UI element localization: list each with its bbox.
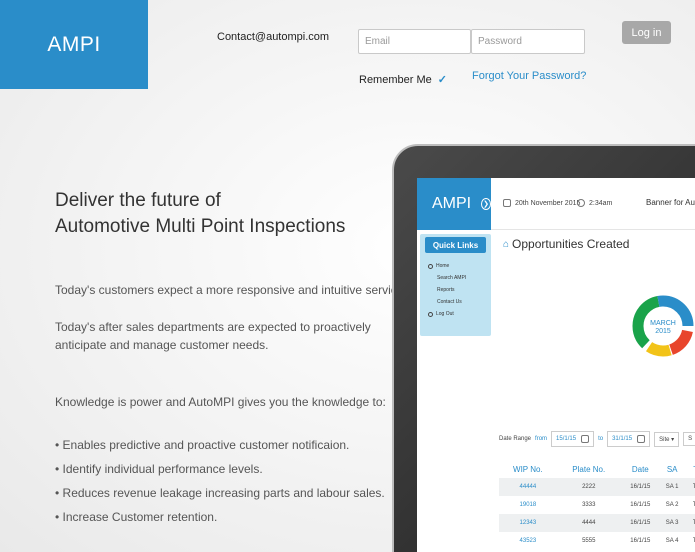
table-cell: 16/1/15 xyxy=(630,502,651,508)
list-item: Increase Customer retention. xyxy=(55,505,385,529)
remember-me[interactable]: Remember Me ✓ xyxy=(359,73,447,87)
app-date: 20th November 2015 xyxy=(503,199,580,207)
table-row: 12343 4444 16/1/15 SA 3 Tech 3 xyxy=(499,514,695,532)
table-cell: Tech 2 xyxy=(692,502,695,508)
quick-link-label: Home xyxy=(436,263,450,269)
table-cell: SA 1 xyxy=(659,478,685,496)
table-cell: Tech 4 xyxy=(692,538,695,544)
date-range-label: Date Range xyxy=(499,436,532,442)
app-logo-text: AMPI xyxy=(432,195,472,212)
app-time-text: 2:34am xyxy=(589,199,613,207)
date-range-filter: Date Range from 15/1/15 to 31/1/15 Site … xyxy=(499,431,695,447)
hero-paragraph-2: Today's after sales departments are expe… xyxy=(55,318,371,354)
table-row: 43523 5555 16/1/15 SA 4 Tech 4 xyxy=(499,532,695,550)
to-date-value: 31/1/15 xyxy=(612,436,633,442)
contact-email[interactable]: Contact@autompi.com xyxy=(217,31,329,43)
table-cell: SA 3 xyxy=(659,514,685,532)
checkmark-icon[interactable]: ✓ xyxy=(438,73,447,86)
headline-line-1: Deliver the future of xyxy=(55,190,221,211)
table-cell: 16/1/15 xyxy=(620,514,660,532)
ampi-logo[interactable]: AMPI xyxy=(0,0,148,89)
email-field[interactable] xyxy=(358,29,471,54)
forgot-password-link[interactable]: Forgot Your Password? xyxy=(472,70,586,82)
wip-cell: 44444 xyxy=(499,478,557,496)
quick-link-label: Contact Us xyxy=(437,299,462,305)
paragraph-2-line-1: Today's after sales departments are expe… xyxy=(55,320,371,334)
paragraph-2-line-2: anticipate and manage customer needs. xyxy=(55,338,269,352)
hero-headline: Deliver the future of Automotive Multi P… xyxy=(55,188,345,240)
table-cell: SA 4 xyxy=(665,538,679,544)
table-header-row: WIP No. Plate No. Date SA Tech xyxy=(499,460,695,478)
table-cell: 5555 xyxy=(582,538,596,544)
app-time: 2:34am xyxy=(577,199,612,207)
app-logo: AMPI ❯ xyxy=(417,178,491,230)
opportunities-table: WIP No. Plate No. Date SA Tech 44444 222… xyxy=(499,460,695,550)
table-row: 44444 2222 16/1/15 SA 1 Tech 1 xyxy=(499,478,695,496)
table-cell: 2222 xyxy=(556,478,621,496)
remember-me-label: Remember Me xyxy=(359,73,432,86)
app-header: AMPI ❯ 20th November 2015 2:34am Banner … xyxy=(417,178,695,230)
quick-link-label: Log Out xyxy=(436,311,454,317)
list-item: Enables predictive and proactive custome… xyxy=(55,433,385,457)
table-cell: 16/1/15 xyxy=(620,478,660,496)
login-button[interactable]: Log in xyxy=(622,21,671,44)
calendar-icon xyxy=(503,199,511,207)
quick-link-label: Search AMPI xyxy=(437,275,467,281)
quick-link-home: Home xyxy=(428,260,491,272)
quick-links-title: Quick Links xyxy=(425,237,486,253)
column-header: Plate No. xyxy=(572,464,606,474)
home-icon xyxy=(428,263,433,269)
quick-link-search: Search AMPI xyxy=(428,272,491,284)
site-select-label: Site xyxy=(659,436,670,443)
table-cell: 3333 xyxy=(582,502,596,508)
password-field[interactable] xyxy=(471,29,585,54)
opportunities-title: ⌂ Opportunities Created xyxy=(503,237,629,251)
headline-line-2: Automotive Multi Point Inspections xyxy=(55,216,346,237)
table-cell: Tech 1 xyxy=(684,478,695,496)
site-select: Site ▾ xyxy=(654,431,680,447)
from-date-field: 15/1/15 xyxy=(551,431,595,447)
quick-link-contact: Contact Us xyxy=(428,296,491,308)
wip-cell: 12343 xyxy=(499,514,557,532)
table-cell: 16/1/15 xyxy=(630,538,651,544)
to-label: to xyxy=(598,436,604,442)
donut-month: MARCH xyxy=(650,320,676,327)
list-item: Reduces revenue leakage increasing parts… xyxy=(55,481,385,505)
hero-paragraph-3: Knowledge is power and AutoMPI gives you… xyxy=(55,395,386,409)
clock-icon xyxy=(577,199,585,207)
quick-link-reports: Reports xyxy=(428,284,491,296)
table-cell: SA 2 xyxy=(665,502,679,508)
column-header: WIP No. xyxy=(513,464,543,474)
table-row: 19018 3333 16/1/15 SA 2 Tech 2 xyxy=(499,496,695,514)
quick-links-panel: Quick Links Home Search AMPI Reports Con… xyxy=(420,234,491,336)
app-banner: Banner for Auto xyxy=(646,198,695,207)
app-date-text: 20th November 2015 xyxy=(515,199,581,207)
wip-cell: 19018 xyxy=(519,502,537,508)
chevron-right-icon: ❯ xyxy=(481,198,491,210)
quick-link-label: Reports xyxy=(437,287,455,293)
app-screenshot: AMPI ❯ 20th November 2015 2:34am Banner … xyxy=(417,178,695,552)
table-cell: Tech 3 xyxy=(684,514,695,532)
to-date-field: 31/1/15 xyxy=(607,431,651,447)
column-header: SA xyxy=(666,464,678,474)
home-icon: ⌂ xyxy=(503,238,510,250)
power-icon xyxy=(428,311,433,317)
wip-cell: 43523 xyxy=(519,538,537,544)
opportunities-title-text: Opportunities Created xyxy=(512,237,630,251)
column-header: Tech xyxy=(685,460,695,478)
donut-chart: MARCH 2015 xyxy=(632,295,694,357)
benefit-list: Enables predictive and proactive custome… xyxy=(55,433,385,529)
quick-link-logout: Log Out xyxy=(428,308,491,320)
donut-year: 2015 xyxy=(655,328,671,335)
column-header: Date xyxy=(631,464,649,474)
calendar-icon xyxy=(581,435,590,443)
calendar-icon xyxy=(637,435,646,443)
table-cell: 4444 xyxy=(556,514,621,532)
from-date-value: 15/1/15 xyxy=(556,436,577,442)
list-item: Identify individual performance levels. xyxy=(55,457,385,481)
extra-select: S xyxy=(683,432,695,446)
from-label: from xyxy=(535,436,548,442)
hero-paragraph-1: Today's customers expect a more responsi… xyxy=(55,283,407,297)
